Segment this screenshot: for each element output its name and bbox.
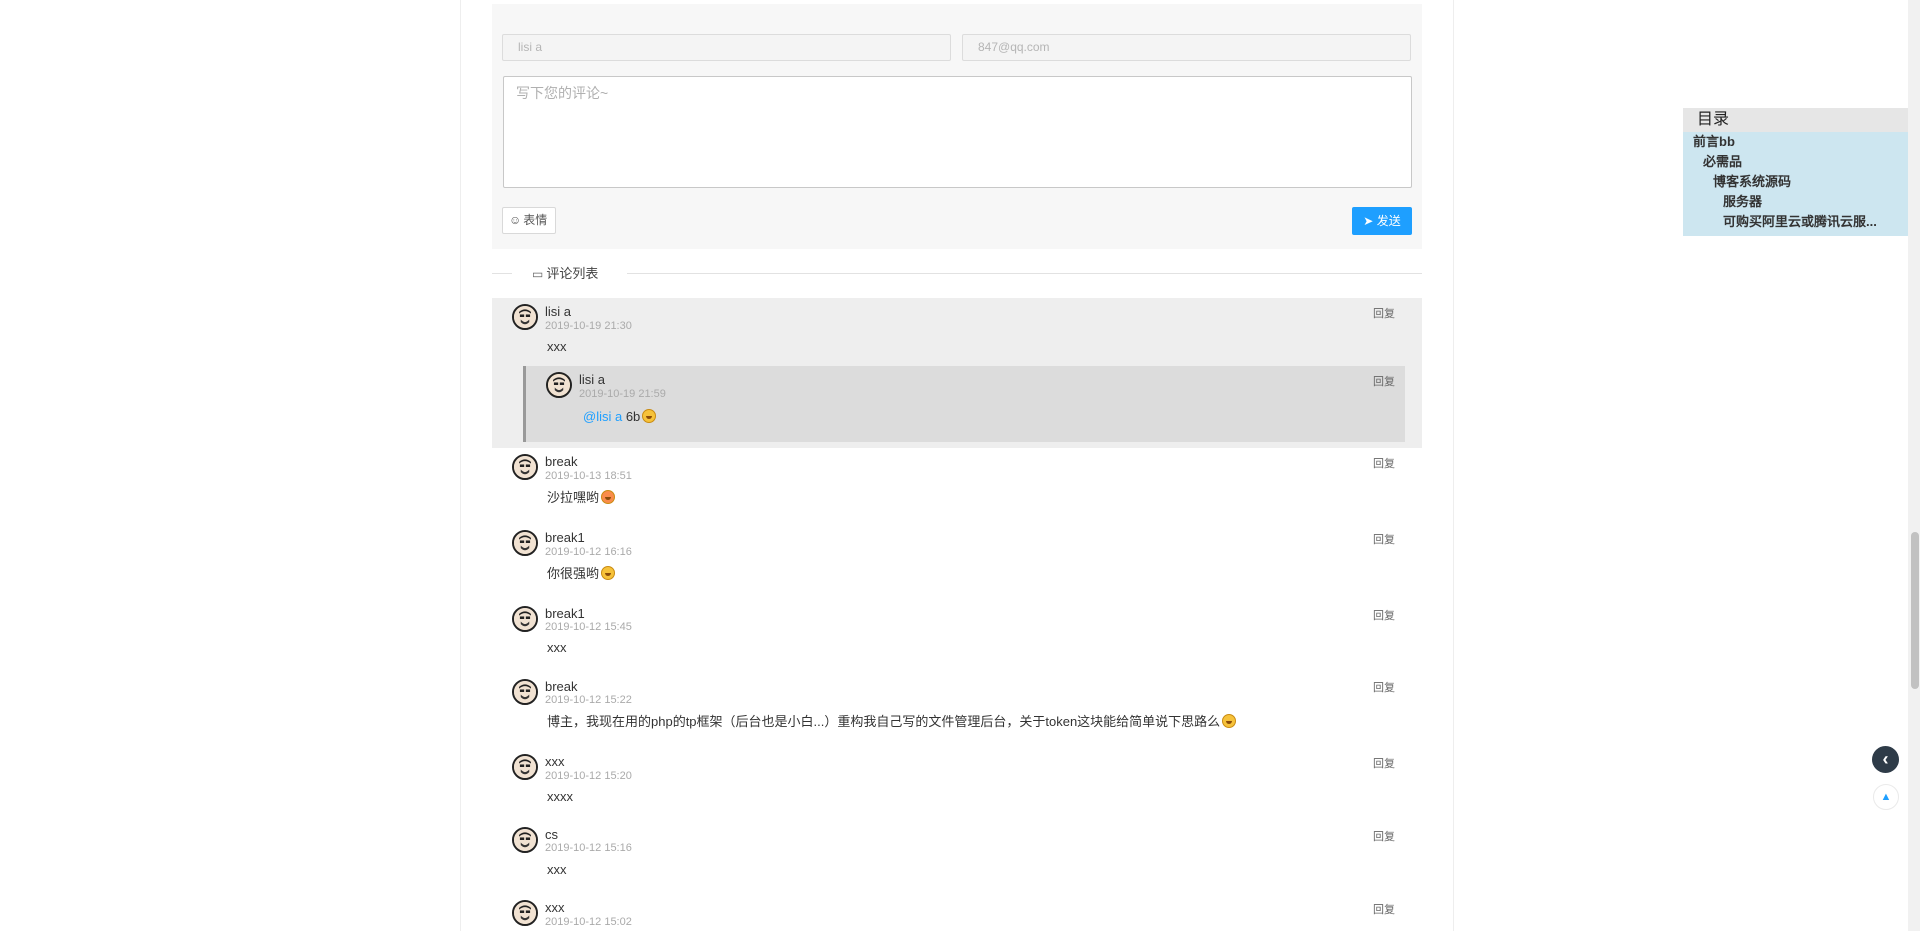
toc-item[interactable]: 博客系统源码 (1683, 172, 1913, 192)
comment-time: 2019-10-19 21:30 (545, 320, 632, 332)
toc-item[interactable]: 前言bb (1683, 132, 1913, 152)
reply-button[interactable]: 回复 (1373, 831, 1395, 844)
divider-right (627, 273, 1422, 274)
comment-time: 2019-10-12 15:45 (545, 621, 632, 633)
comment-icon: ▭ (532, 267, 544, 281)
back-button[interactable]: ‹ (1872, 746, 1899, 773)
comment-list-heading: ▭ 评论列表 (532, 265, 598, 283)
reply-time: 2019-10-19 21:59 (579, 388, 666, 400)
comment-form: lisi a 847@qq.com 写下您的评论~ ☺ 表情 ➤ 发送 (492, 4, 1422, 249)
comment-text: 博主，我现在用的php的tp框架（后台也是小白...）重构我自己写的文件管理后台… (547, 714, 1221, 729)
money-face-emoji-icon (601, 566, 616, 580)
comment-author: xxx (545, 754, 565, 769)
scrollbar[interactable] (1908, 0, 1920, 931)
comment-content: xxx (547, 339, 567, 354)
send-icon: ➤ (1363, 214, 1374, 228)
comment-text: 你很强哟 (547, 566, 600, 581)
comment-content: 博主，我现在用的php的tp框架（后台也是小白...）重构我自己写的文件管理后台… (547, 714, 1237, 730)
reply-button[interactable]: 回复 (1373, 758, 1395, 771)
comment-textarea[interactable]: 写下您的评论~ (503, 76, 1412, 188)
comment-author: xxx (545, 900, 565, 915)
avatar (546, 372, 572, 398)
comment-author: break (545, 679, 578, 694)
rofl-emoji-icon (1222, 714, 1237, 728)
nested-reply (523, 366, 1405, 442)
emoji-button[interactable]: ☺ 表情 (502, 207, 556, 234)
comment-content: xxx (547, 640, 567, 655)
avatar (512, 606, 538, 632)
reply-button[interactable]: 回复 (1373, 682, 1395, 695)
avatar (512, 454, 538, 480)
emoji-button-label: 表情 (523, 213, 548, 227)
comment-content: xxxx (547, 789, 573, 804)
comment-time: 2019-10-12 16:16 (545, 546, 632, 558)
comment-text: 沙拉嘿哟 (547, 490, 600, 505)
reply-author: lisi a (579, 372, 606, 387)
send-button-label: 发送 (1376, 214, 1401, 228)
avatar (512, 827, 538, 853)
comment-time: 2019-10-12 15:02 (545, 916, 632, 928)
comment-content: xxx (547, 862, 567, 877)
comment-time: 2019-10-12 15:16 (545, 842, 632, 854)
smile-icon: ☺ (509, 213, 522, 227)
comment-author: break (545, 454, 578, 469)
comment-author: break1 (545, 530, 585, 545)
grin-emoji-icon (642, 409, 657, 423)
toc-title: 目录 (1683, 108, 1913, 132)
email-field[interactable]: 847@qq.com (962, 34, 1411, 61)
name-field[interactable]: lisi a (502, 34, 951, 61)
comment-time: 2019-10-12 15:20 (545, 770, 632, 782)
back-to-top-button[interactable]: ▲ (1873, 784, 1899, 810)
comment-author: lisi a (545, 304, 572, 319)
avatar (512, 679, 538, 705)
divider-left (492, 273, 512, 274)
reply-content: @lisi a 6b (583, 409, 657, 425)
reply-button[interactable]: 回复 (1373, 534, 1395, 547)
avatar (512, 754, 538, 780)
toc-item[interactable]: 服务器 (1683, 192, 1913, 212)
comment-content: 你很强哟 (547, 566, 616, 582)
avatar (512, 530, 538, 556)
avatar (512, 304, 538, 330)
reply-button[interactable]: 回复 (1373, 458, 1395, 471)
toc-item[interactable]: 必需品 (1683, 152, 1913, 172)
reply-button[interactable]: 回复 (1373, 904, 1395, 917)
reply-button[interactable]: 回复 (1373, 610, 1395, 623)
reply-button[interactable]: 回复 (1373, 376, 1395, 389)
comment-author: cs (545, 827, 558, 842)
mention-link[interactable]: @lisi a (583, 409, 622, 424)
reply-text: 6b (625, 409, 641, 424)
caret-up-icon: ▲ (1880, 791, 1892, 803)
heart-eyes-emoji-icon (601, 490, 616, 504)
chevron-left-icon: ‹ (1882, 749, 1889, 769)
comment-time: 2019-10-13 18:51 (545, 470, 632, 482)
comment-author: break1 (545, 606, 585, 621)
table-of-contents: 目录 前言bb 必需品 博客系统源码 服务器 可购买阿里云或腾讯云服... (1683, 108, 1913, 236)
comment-content: 沙拉嘿哟 (547, 490, 616, 506)
scrollbar-thumb[interactable] (1911, 532, 1919, 689)
reply-button[interactable]: 回复 (1373, 308, 1395, 321)
avatar (512, 900, 538, 926)
comment-time: 2019-10-12 15:22 (545, 694, 632, 706)
send-button[interactable]: ➤ 发送 (1352, 207, 1412, 235)
toc-list: 前言bb 必需品 博客系统源码 服务器 可购买阿里云或腾讯云服... (1683, 132, 1913, 236)
toc-item[interactable]: 可购买阿里云或腾讯云服... (1683, 212, 1913, 232)
comment-list-title: 评论列表 (546, 266, 599, 281)
